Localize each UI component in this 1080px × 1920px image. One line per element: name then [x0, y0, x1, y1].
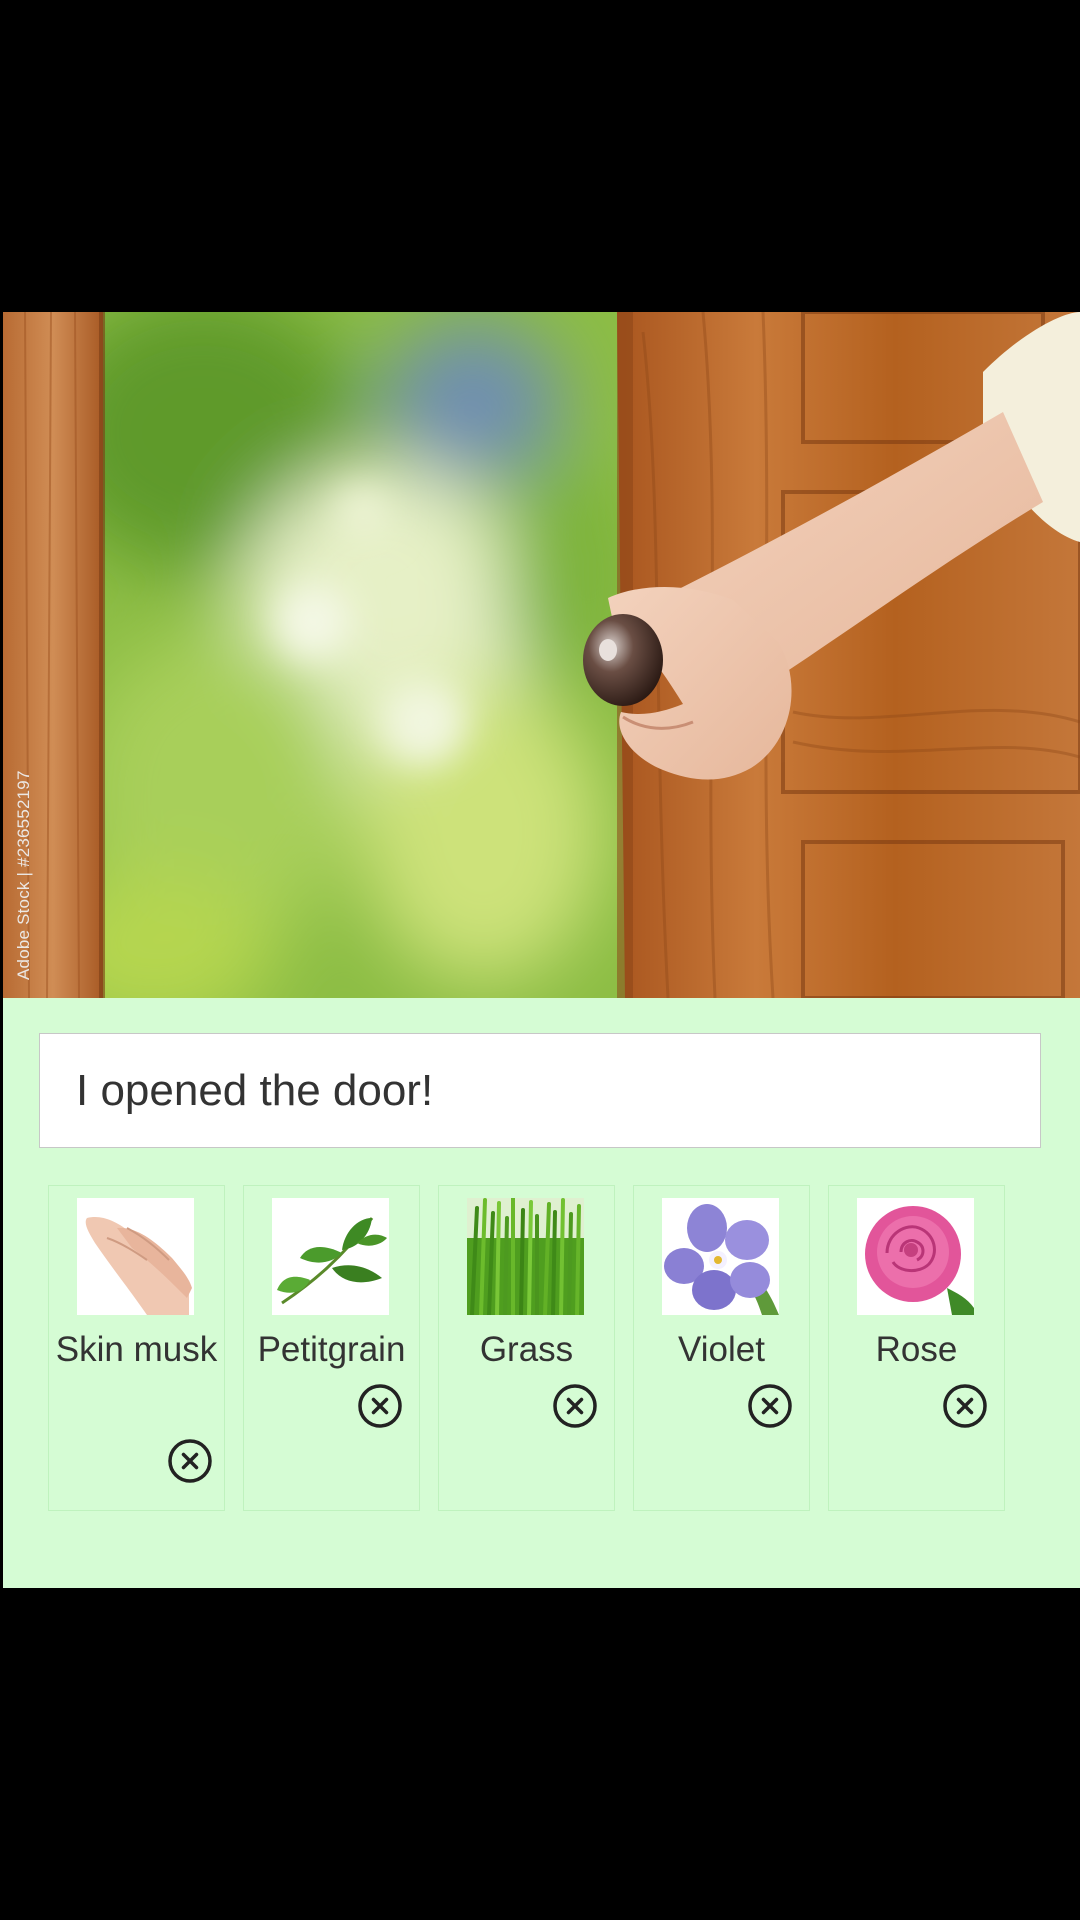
stock-watermark: Adobe Stock | #236552197 [14, 770, 33, 980]
note-card-rose[interactable]: Rose [828, 1185, 1005, 1511]
note-card-petitgrain[interactable]: Petitgrain [243, 1185, 420, 1511]
grass-photo-icon [467, 1198, 584, 1315]
violet-flower-photo-icon [662, 1198, 779, 1315]
message-text: I opened the door! [39, 1033, 1041, 1148]
note-panel: I opened the door! Skin musk Petitgrain … [3, 998, 1080, 1588]
close-circle-icon[interactable] [167, 1438, 213, 1484]
leaf-photo-icon [272, 1198, 389, 1315]
note-card-skin-musk[interactable]: Skin musk [48, 1185, 225, 1511]
close-circle-icon[interactable] [357, 1383, 403, 1429]
hand-photo-icon [77, 1198, 194, 1315]
close-circle-icon[interactable] [942, 1383, 988, 1429]
note-card-grass[interactable]: Grass [438, 1185, 615, 1511]
note-card-violet[interactable]: Violet [633, 1185, 810, 1511]
screen: Adobe Stock | #236552197 I opened the do… [0, 0, 1080, 1920]
note-label: Rose [875, 1330, 958, 1369]
note-label: Skin musk [55, 1330, 218, 1369]
note-label: Petitgrain [257, 1330, 406, 1369]
note-label: Grass [479, 1330, 574, 1369]
note-label: Violet [678, 1330, 765, 1369]
rose-photo-icon [857, 1198, 974, 1315]
close-circle-icon[interactable] [552, 1383, 598, 1429]
door-photo [3, 312, 1080, 998]
scent-note-list: Skin musk Petitgrain Grass Violet Rose [48, 1185, 1005, 1511]
close-circle-icon[interactable] [747, 1383, 793, 1429]
